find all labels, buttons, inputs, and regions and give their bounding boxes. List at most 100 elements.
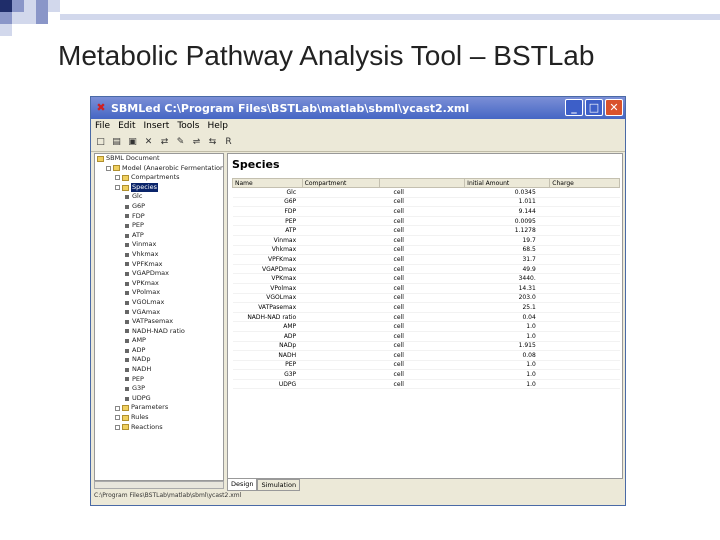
table-cell[interactable]: 3440. <box>464 273 550 284</box>
tree-item[interactable]: VGAPDmax <box>95 269 223 279</box>
table-cell[interactable] <box>549 283 620 294</box>
table-cell[interactable]: cell <box>379 350 465 361</box>
table-row[interactable]: Vinmax cell 19.7 <box>232 235 620 246</box>
table-cell[interactable] <box>549 360 620 371</box>
table-row[interactable]: VPKmax cell 3440. <box>232 273 620 284</box>
table-cell[interactable]: cell <box>379 302 465 313</box>
column-header-name[interactable]: Name <box>232 178 303 188</box>
table-cell[interactable] <box>302 216 380 227</box>
table-cell[interactable]: 1.0 <box>464 321 550 332</box>
tree-item[interactable]: Model (Anaerobic Fermentation) <box>95 164 223 174</box>
table-cell[interactable]: cell <box>379 206 465 217</box>
table-cell[interactable]: 31.7 <box>464 254 550 265</box>
tree-item[interactable]: VGAmax <box>95 308 223 318</box>
table-cell[interactable]: cell <box>379 379 465 390</box>
new-icon[interactable]: □ <box>95 137 106 148</box>
minimize-button[interactable]: _ <box>565 99 583 116</box>
table-cell[interactable] <box>549 341 620 352</box>
table-cell[interactable]: VPFKmax <box>232 254 303 265</box>
table-cell[interactable]: NADp <box>232 341 303 352</box>
table-cell[interactable]: cell <box>379 341 465 352</box>
table-cell[interactable]: Glc <box>232 187 303 198</box>
table-cell[interactable]: PEP <box>232 360 303 371</box>
tree-item[interactable]: Reactions <box>95 423 223 433</box>
tree-item[interactable]: Rules <box>95 413 223 423</box>
zoom-icon[interactable]: R <box>223 137 234 148</box>
table-cell[interactable] <box>302 273 380 284</box>
table-cell[interactable]: cell <box>379 216 465 227</box>
table-cell[interactable] <box>302 235 380 246</box>
tree-item[interactable]: SBML Document <box>95 154 223 164</box>
tree-item[interactable]: PEP <box>95 375 223 385</box>
tree-expander-icon[interactable] <box>115 424 120 430</box>
table-cell[interactable]: 0.0345 <box>464 187 550 198</box>
table-row[interactable]: VGOLmax cell 203.0 <box>232 293 620 304</box>
table-cell[interactable]: 1.0 <box>464 331 550 342</box>
table-cell[interactable] <box>549 293 620 304</box>
table-cell[interactable]: cell <box>379 187 465 198</box>
tree-item[interactable]: Parameters <box>95 403 223 413</box>
tree-item[interactable]: NADH-NAD ratio <box>95 327 223 337</box>
menu-item-insert[interactable]: Insert <box>144 121 170 131</box>
table-cell[interactable]: 1.0 <box>464 379 550 390</box>
tree-item[interactable]: Vinmax <box>95 240 223 250</box>
table-cell[interactable]: 0.04 <box>464 312 550 323</box>
table-cell[interactable] <box>549 321 620 332</box>
table-cell[interactable] <box>302 264 380 275</box>
table-cell[interactable]: VGOLmax <box>232 293 303 304</box>
column-header-charge[interactable]: Charge <box>549 178 620 188</box>
table-cell[interactable] <box>549 273 620 284</box>
sbmled-window[interactable]: ✖ SBMLed C:\Program Files\BSTLab\matlab\… <box>90 96 626 506</box>
validate-icon[interactable]: ⇆ <box>207 137 218 148</box>
table-cell[interactable]: 203.0 <box>464 293 550 304</box>
table-cell[interactable]: ATP <box>232 225 303 236</box>
tree-item[interactable]: UDPG <box>95 394 223 404</box>
table-row[interactable]: FDP cell 9.144 <box>232 206 620 217</box>
table-row[interactable]: AMP cell 1.0 <box>232 321 620 332</box>
table-cell[interactable]: 19.7 <box>464 235 550 246</box>
table-cell[interactable]: 0.08 <box>464 350 550 361</box>
table-cell[interactable]: cell <box>379 331 465 342</box>
table-cell[interactable]: G6P <box>232 197 303 208</box>
table-cell[interactable]: cell <box>379 283 465 294</box>
table-cell[interactable] <box>549 379 620 390</box>
tree-item[interactable]: VPFKmax <box>95 260 223 270</box>
menu-item-tools[interactable]: Tools <box>177 121 199 131</box>
tree-horizontal-scrollbar[interactable] <box>94 481 224 489</box>
tree-item[interactable]: PEP <box>95 221 223 231</box>
table-cell[interactable]: cell <box>379 254 465 265</box>
save-icon[interactable]: ▣ <box>127 137 138 148</box>
table-cell[interactable] <box>302 379 380 390</box>
table-cell[interactable]: 1.1278 <box>464 225 550 236</box>
table-cell[interactable]: VATPasemax <box>232 302 303 313</box>
tree-item[interactable]: Species <box>95 182 223 193</box>
table-cell[interactable] <box>549 235 620 246</box>
table-cell[interactable] <box>549 302 620 313</box>
table-cell[interactable]: cell <box>379 264 465 275</box>
add-rule-icon[interactable]: ⇌ <box>191 137 202 148</box>
open-icon[interactable]: ▤ <box>111 137 122 148</box>
table-cell[interactable]: NADH-NAD ratio <box>232 312 303 323</box>
table-cell[interactable] <box>302 283 380 294</box>
table-row[interactable]: ATP cell 1.1278 <box>232 225 620 236</box>
table-row[interactable]: Glc cell 0.0345 <box>232 187 620 198</box>
tree-item[interactable]: AMP <box>95 336 223 346</box>
table-cell[interactable] <box>302 206 380 217</box>
table-cell[interactable]: FDP <box>232 206 303 217</box>
menu-item-file[interactable]: File <box>95 121 110 131</box>
tab-design[interactable]: Design <box>227 479 258 491</box>
tree-item[interactable]: ADP <box>95 346 223 356</box>
table-cell[interactable] <box>549 216 620 227</box>
tree-item[interactable]: VPolmax <box>95 288 223 298</box>
table-cell[interactable] <box>302 197 380 208</box>
table-cell[interactable] <box>549 225 620 236</box>
tab-simulation[interactable]: Simulation <box>257 479 301 491</box>
table-cell[interactable]: cell <box>379 197 465 208</box>
table-cell[interactable]: cell <box>379 235 465 246</box>
table-row[interactable]: G6P cell 1.011 <box>232 197 620 208</box>
table-cell[interactable]: 49.9 <box>464 264 550 275</box>
table-cell[interactable] <box>549 197 620 208</box>
table-cell[interactable]: 1.011 <box>464 197 550 208</box>
tree-item[interactable]: Glc <box>95 192 223 202</box>
table-cell[interactable]: cell <box>379 312 465 323</box>
